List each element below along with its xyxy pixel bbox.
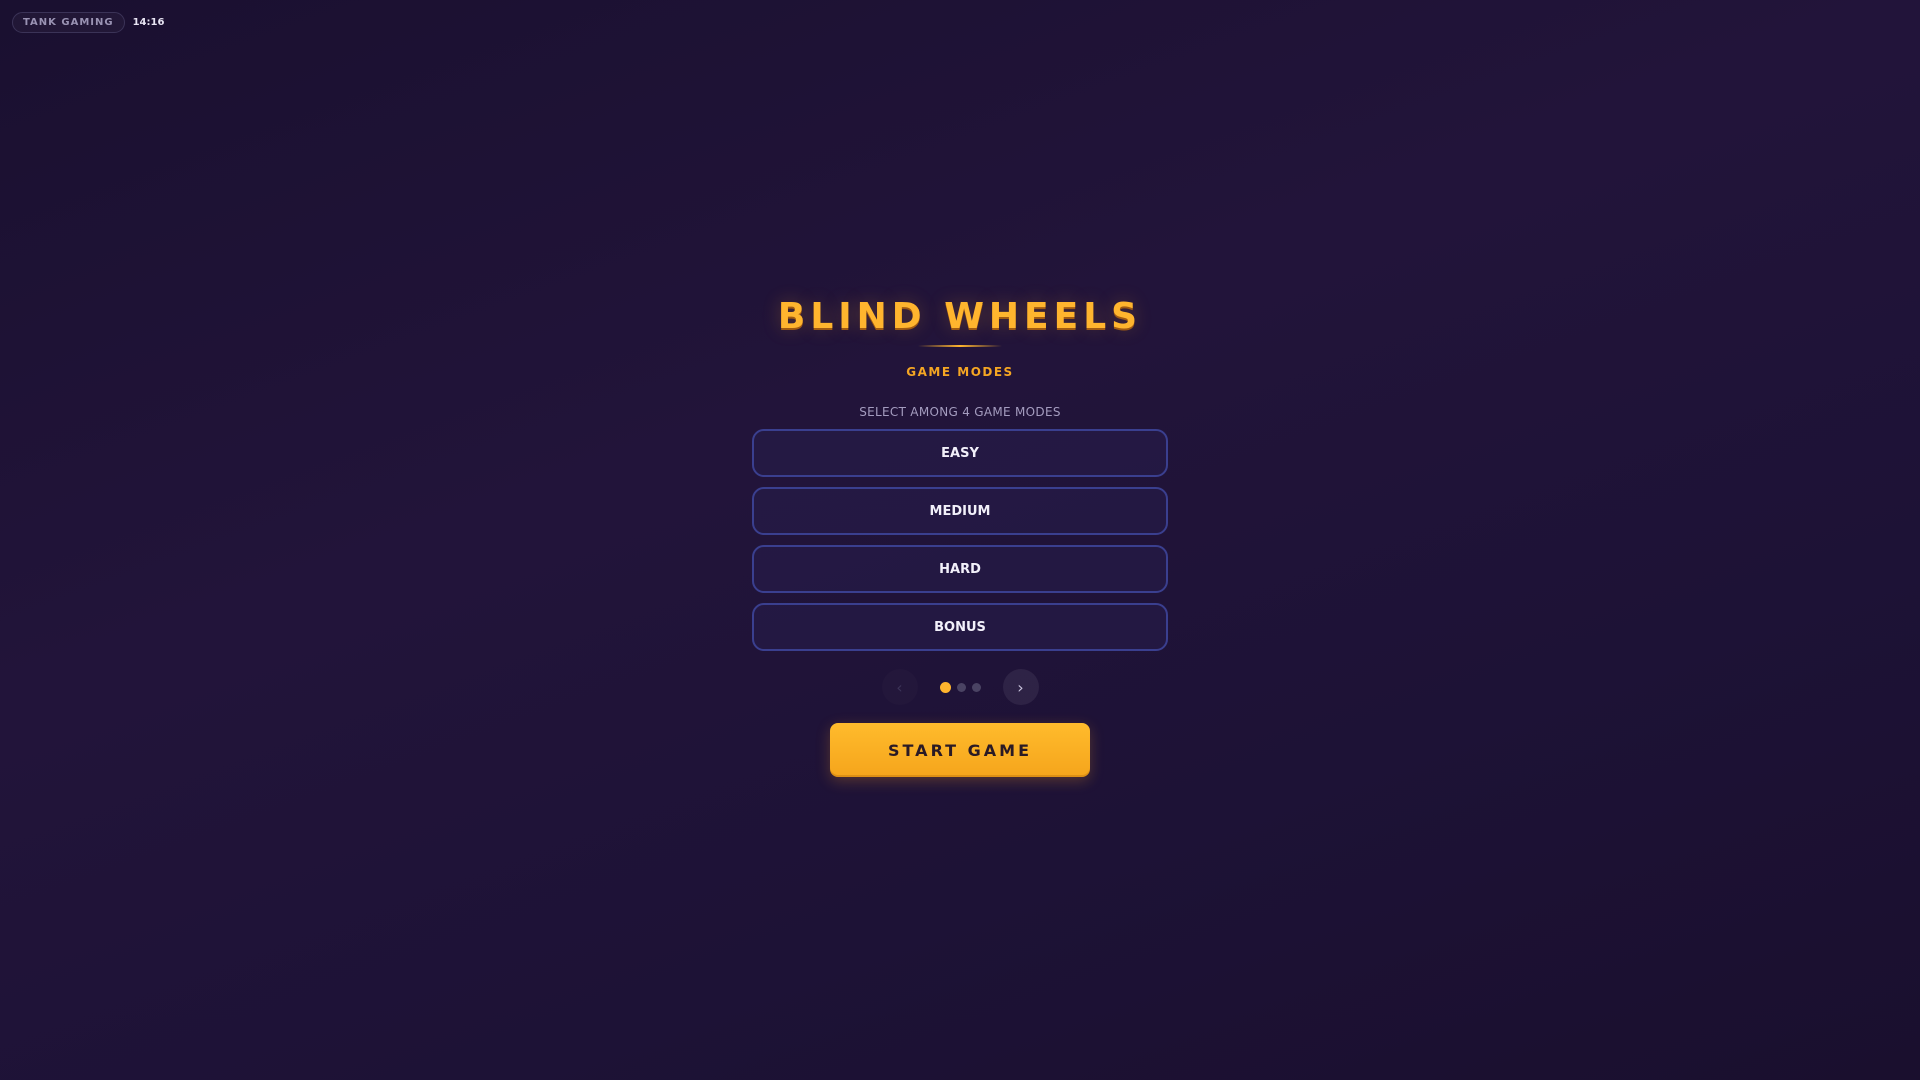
mode-button-medium[interactable]: MEDIUM	[752, 487, 1168, 535]
page-dot-1[interactable]	[939, 681, 951, 693]
start-game-button[interactable]: START GAME	[830, 723, 1090, 777]
clock: 14:16	[132, 17, 165, 28]
mode-button-hard[interactable]: HARD	[752, 545, 1168, 593]
chevron-right-icon[interactable]: ›	[1002, 669, 1039, 705]
top-bar: TANK GAMING 14:16	[12, 12, 164, 33]
page-dots	[939, 681, 981, 693]
page-dot-2[interactable]	[956, 682, 966, 692]
mode-button-bonus[interactable]: BONUS	[752, 603, 1168, 651]
main-menu: BLIND WHEELS GAME MODES SELECT AMONG 4 G…	[0, 296, 1920, 777]
game-title: BLIND WHEELS	[777, 296, 1143, 337]
chevron-left-icon[interactable]: ‹	[882, 669, 918, 705]
mode-button-easy[interactable]: EASY	[752, 429, 1168, 477]
mode-hint: SELECT AMONG 4 GAME MODES	[859, 405, 1061, 419]
brand-badge: TANK GAMING	[12, 12, 125, 33]
section-subtitle: GAME MODES	[906, 365, 1014, 379]
page-dot-3[interactable]	[971, 682, 981, 692]
pager: ‹ ›	[882, 669, 1039, 705]
mode-list: EASY MEDIUM HARD BONUS	[752, 429, 1168, 651]
title-underline	[918, 345, 1002, 347]
